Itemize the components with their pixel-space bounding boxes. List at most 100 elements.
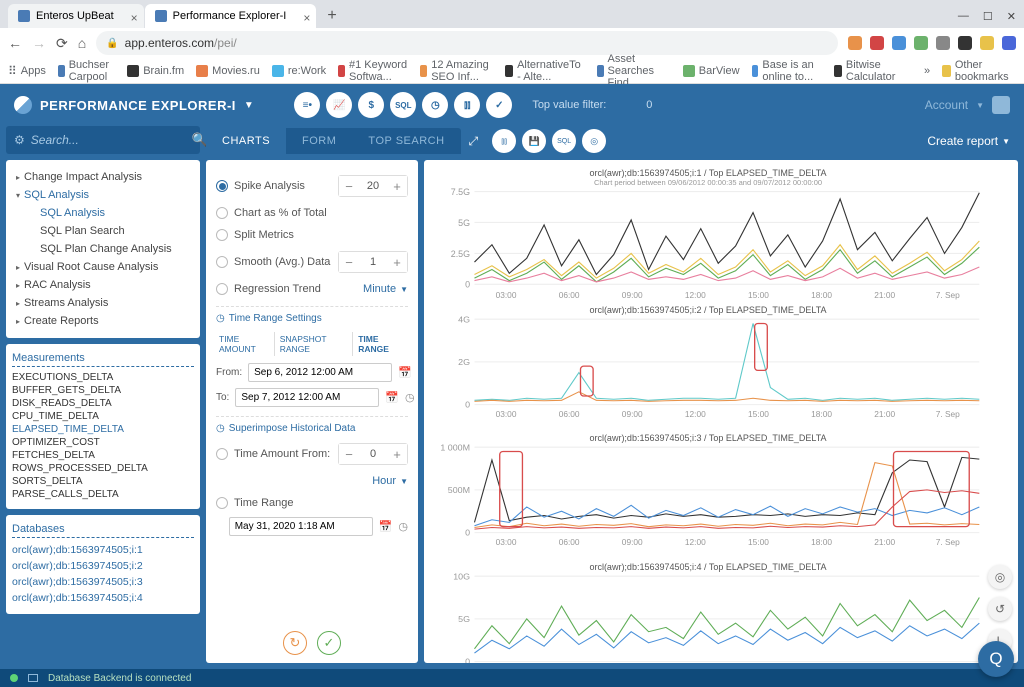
- chart-btn-history-icon[interactable]: ↺: [988, 597, 1012, 621]
- chart[interactable]: orcl(awr);db:1563974505;i:2 / Top ELAPSE…: [430, 303, 986, 431]
- tool-sql-icon[interactable]: SQL: [390, 92, 416, 118]
- extension-icon[interactable]: [914, 36, 928, 50]
- subtool-chart-icon[interactable]: ⫾⫾: [492, 129, 516, 153]
- time-amount-stepper[interactable]: −0+: [338, 443, 408, 465]
- database-item[interactable]: orcl(awr);db:1563974505;i:4: [12, 590, 194, 606]
- clock-icon[interactable]: ◷: [405, 391, 415, 404]
- database-item[interactable]: orcl(awr);db:1563974505;i:2: [12, 558, 194, 574]
- bookmark[interactable]: Movies.ru: [196, 65, 260, 77]
- extension-icon[interactable]: [958, 36, 972, 50]
- radio-spike[interactable]: [216, 180, 228, 192]
- browser-tab[interactable]: Enteros UpBeat×: [8, 4, 144, 28]
- radio-split[interactable]: [216, 229, 228, 241]
- time-range-input[interactable]: [229, 517, 373, 536]
- measurement-item[interactable]: EXECUTIONS_DELTA: [12, 371, 194, 384]
- app-logo[interactable]: PERFORMANCE EXPLORER-I ▼: [14, 96, 254, 114]
- measurement-item[interactable]: PARSE_CALLS_DELTA: [12, 488, 194, 501]
- tool-bars-icon[interactable]: ⫾⫾: [454, 92, 480, 118]
- close-button[interactable]: ✕: [1007, 10, 1016, 23]
- calendar-icon[interactable]: 📅: [385, 391, 399, 404]
- clock-icon[interactable]: ◷: [398, 520, 408, 533]
- regression-row[interactable]: Regression Trend Minute▼: [216, 278, 408, 300]
- nav-item[interactable]: SQL Plan Search: [12, 222, 194, 240]
- time-amount-unit-select[interactable]: Hour▼: [372, 475, 408, 487]
- extension-icon[interactable]: [892, 36, 906, 50]
- minimize-button[interactable]: —: [958, 10, 969, 23]
- chart-pct-row[interactable]: Chart as % of Total: [216, 202, 408, 224]
- account-menu[interactable]: Account▼: [925, 96, 1010, 114]
- regression-unit-select[interactable]: Minute▼: [363, 283, 408, 295]
- search-input[interactable]: [31, 133, 186, 147]
- radio-time-range[interactable]: [216, 497, 228, 509]
- sidebar-search[interactable]: ⚙ 🔍: [6, 126, 200, 154]
- chart-btn-target-icon[interactable]: ◎: [988, 565, 1012, 589]
- measurement-item[interactable]: FETCHES_DELTA: [12, 449, 194, 462]
- nav-item[interactable]: ▸Visual Root Cause Analysis: [12, 258, 194, 276]
- measurement-item[interactable]: ROWS_PROCESSED_DELTA: [12, 462, 194, 475]
- nav-item[interactable]: SQL Plan Change Analysis: [12, 240, 194, 258]
- bookmark[interactable]: BarView: [683, 65, 740, 77]
- chart[interactable]: orcl(awr);db:1563974505;i:3 / Top ELAPSE…: [430, 431, 986, 559]
- nav-item[interactable]: ▸Create Reports: [12, 312, 194, 330]
- time-range-radio-row[interactable]: Time Range: [216, 492, 408, 514]
- maximize-button[interactable]: ☐: [983, 10, 993, 23]
- database-item[interactable]: orcl(awr);db:1563974505;i:3: [12, 574, 194, 590]
- main-tab[interactable]: TOP SEARCH: [352, 128, 460, 154]
- chart[interactable]: orcl(awr);db:1563974505;i:4 / Top ELAPSE…: [430, 560, 986, 663]
- tool-chart-icon[interactable]: 📈: [326, 92, 352, 118]
- apply-button[interactable]: ✓: [317, 631, 341, 655]
- bookmark[interactable]: re:Work: [272, 65, 326, 77]
- bookmark[interactable]: AlternativeTo - Alte...: [505, 59, 585, 83]
- radio-chart-pct[interactable]: [216, 207, 228, 219]
- measurement-item[interactable]: SORTS_DELTA: [12, 475, 194, 488]
- bookmark[interactable]: Bitwise Calculator: [834, 59, 900, 83]
- chart[interactable]: orcl(awr);db:1563974505;i:1 / Top ELAPSE…: [430, 166, 986, 303]
- extension-icon[interactable]: [980, 36, 994, 50]
- radio-regression[interactable]: [216, 283, 228, 295]
- time-mini-tab[interactable]: TIME RANGE: [355, 332, 408, 356]
- measurement-item[interactable]: BUFFER_GETS_DELTA: [12, 384, 194, 397]
- new-tab-button[interactable]: +: [317, 7, 346, 25]
- expand-icon[interactable]: ⤢: [469, 134, 479, 149]
- reload-button[interactable]: ⟳: [56, 35, 68, 52]
- main-tab[interactable]: CHARTS: [206, 128, 286, 154]
- bookmark[interactable]: #1 Keyword Softwa...: [338, 59, 408, 83]
- nav-item[interactable]: ▸RAC Analysis: [12, 276, 194, 294]
- from-input[interactable]: [248, 363, 392, 382]
- spike-stepper[interactable]: −20+: [338, 175, 408, 197]
- bookmarks-overflow[interactable]: »: [924, 65, 930, 77]
- forward-button[interactable]: →: [32, 35, 46, 51]
- smooth-stepper[interactable]: −1+: [338, 251, 408, 273]
- other-bookmarks[interactable]: Other bookmarks: [942, 59, 1016, 83]
- tool-graph-icon[interactable]: ✓: [486, 92, 512, 118]
- extension-icon[interactable]: [936, 36, 950, 50]
- main-tab[interactable]: FORM: [286, 128, 352, 154]
- nav-item[interactable]: SQL Analysis: [12, 204, 194, 222]
- bookmark[interactable]: Brain.fm: [127, 65, 184, 77]
- browser-tab[interactable]: Performance Explorer-I×: [145, 4, 317, 28]
- back-button[interactable]: ←: [8, 35, 22, 51]
- measurement-item[interactable]: CPU_TIME_DELTA: [12, 410, 194, 423]
- spike-analysis-row[interactable]: Spike Analysis −20+: [216, 170, 408, 202]
- app-dropdown-icon[interactable]: ▼: [244, 100, 254, 111]
- bookmark[interactable]: Base is an online to...: [752, 59, 823, 83]
- database-item[interactable]: orcl(awr);db:1563974505;i:1: [12, 542, 194, 558]
- nav-item[interactable]: ▸Change Impact Analysis: [12, 168, 194, 186]
- time-amount-from-row[interactable]: Time Amount From: −0+: [216, 438, 408, 470]
- measurement-item[interactable]: DISK_READS_DELTA: [12, 397, 194, 410]
- global-search-button[interactable]: Q: [978, 641, 1014, 677]
- nav-item[interactable]: ▸Streams Analysis: [12, 294, 194, 312]
- extension-icon[interactable]: [848, 36, 862, 50]
- subtool-save-icon[interactable]: 💾: [522, 129, 546, 153]
- calendar-icon[interactable]: 📅: [398, 366, 412, 379]
- radio-time-amount[interactable]: [216, 448, 228, 460]
- create-report-button[interactable]: Create report▼: [927, 134, 1010, 148]
- reset-button[interactable]: ↻: [283, 631, 307, 655]
- nav-item[interactable]: ▾SQL Analysis: [12, 186, 194, 204]
- apps-button[interactable]: ⠿Apps: [8, 64, 46, 78]
- tool-money-icon[interactable]: $: [358, 92, 384, 118]
- time-mini-tab[interactable]: TIME AMOUNT: [216, 332, 275, 356]
- calendar-icon[interactable]: 📅: [379, 520, 393, 533]
- to-input[interactable]: [235, 388, 379, 407]
- bookmark[interactable]: Buchser Carpool: [58, 59, 115, 83]
